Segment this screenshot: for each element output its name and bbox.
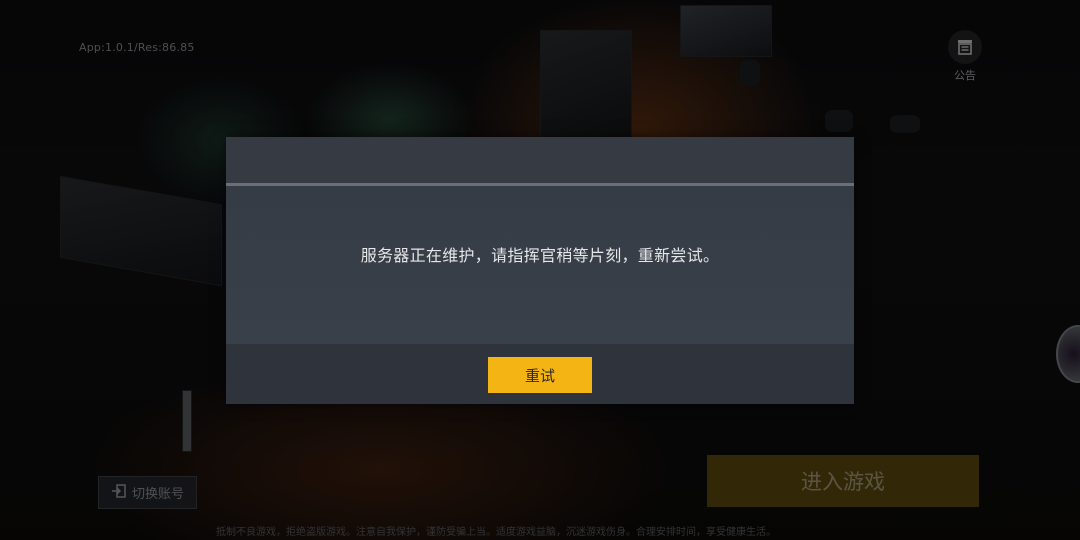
maintenance-dialog: 服务器正在维护，请指挥官稍等片刻，重新尝试。 重试 [226, 137, 854, 404]
dialog-footer: 重试 [226, 344, 854, 404]
dialog-header [226, 137, 854, 183]
dialog-message: 服务器正在维护，请指挥官稍等片刻，重新尝试。 [360, 246, 720, 265]
retry-button[interactable]: 重试 [488, 357, 592, 393]
dialog-body: 服务器正在维护，请指挥官稍等片刻，重新尝试。 [226, 186, 854, 344]
game-login-screen: App:1.0.1/Res:86.85 公告 切换账号 进入游戏 抵制不良游戏，… [0, 0, 1080, 540]
